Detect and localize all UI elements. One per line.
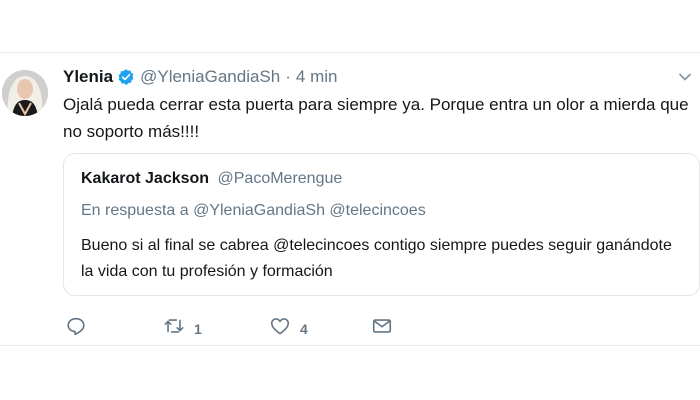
reply-icon xyxy=(65,315,87,342)
chevron-down-icon[interactable] xyxy=(678,70,692,84)
retweet-icon xyxy=(163,315,185,342)
quoted-display-name: Kakarot Jackson xyxy=(81,170,210,187)
user-handle[interactable]: @YleniaGandiaSh xyxy=(140,67,280,87)
direct-message-button[interactable] xyxy=(371,315,393,342)
like-button[interactable]: 4 xyxy=(269,315,308,342)
tweet-header: Ylenia @YleniaGandiaSh · 4 min xyxy=(63,66,337,88)
quoted-tweet[interactable]: Kakarot Jackson @PacoMerengue En respues… xyxy=(63,153,700,296)
tweet[interactable]: Ylenia @YleniaGandiaSh · 4 min Ojalá pue… xyxy=(0,52,700,346)
verified-badge-icon xyxy=(117,68,135,86)
avatar[interactable] xyxy=(2,70,48,116)
timestamp[interactable]: 4 min xyxy=(296,67,338,87)
envelope-icon xyxy=(371,315,393,342)
quoted-user-handle: @PacoMerengue xyxy=(217,170,343,187)
like-count: 4 xyxy=(300,320,308,337)
retweet-button[interactable]: 1 xyxy=(163,315,202,342)
retweet-count: 1 xyxy=(194,320,202,337)
tweet-text: Ojalá pueda cerrar esta puerta para siem… xyxy=(63,95,689,141)
reply-button[interactable] xyxy=(65,315,87,342)
quoted-tweet-text: Bueno si al final se cabrea @telecincoes… xyxy=(81,237,672,280)
reply-context-prefix: En respuesta a xyxy=(81,202,189,219)
quoted-tweet-header: Kakarot Jackson @PacoMerengue xyxy=(81,170,342,188)
reply-context: En respuesta a @YleniaGandiaSh @telecinc… xyxy=(81,202,426,220)
heart-icon xyxy=(269,315,291,342)
display-name[interactable]: Ylenia xyxy=(63,67,113,87)
separator-dot: · xyxy=(285,67,291,86)
reply-context-mentions: @YleniaGandiaSh @telecincoes xyxy=(193,202,426,219)
